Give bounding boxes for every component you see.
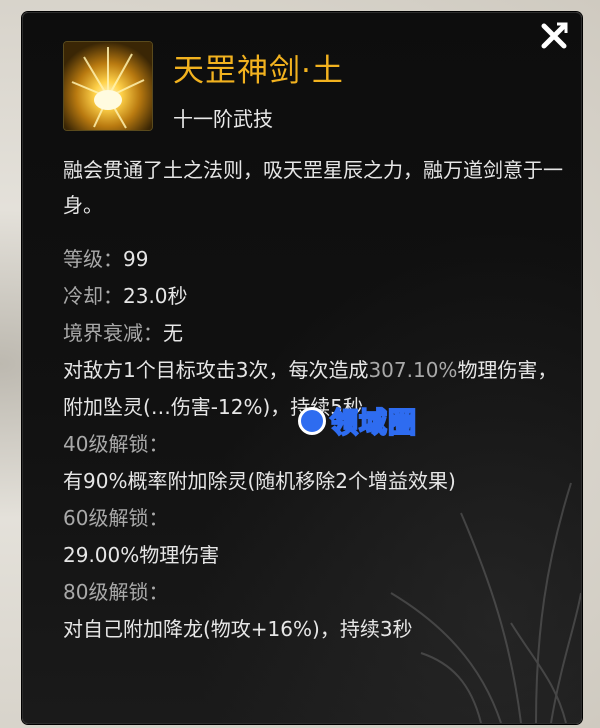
unlock-80-text: 对自己附加降龙(物攻+16%)，持续3秒 <box>63 617 413 641</box>
decay-label: 境界衰减： <box>63 321 163 345</box>
cooldown-value: 23.0秒 <box>123 284 188 308</box>
unlock-40-label: 40级解锁： <box>63 432 169 456</box>
cooldown-row: 冷却：23.0秒 <box>63 278 563 315</box>
skill-details: 融会贯通了土之法则，吸天罡星辰之力，融万道剑意于一身。 等级：99 冷却：23.… <box>63 153 563 648</box>
effect-prefix: 对敌方1个目标攻击3次，每次造成 <box>63 358 369 382</box>
close-button[interactable] <box>537 19 571 53</box>
level-value: 99 <box>123 247 149 271</box>
golden-sword-burst-icon <box>64 42 152 130</box>
effect-hidden-middle: … <box>150 395 171 419</box>
effect-percent: 307.10% <box>368 358 458 382</box>
skill-icon <box>63 41 153 131</box>
unlock-40-text: 有90%概率附加除灵(随机移除2个增益效果) <box>63 469 456 493</box>
decay-row: 境界衰减：无 <box>63 315 563 352</box>
level-label: 等级： <box>63 247 123 271</box>
close-x-icon <box>541 22 568 49</box>
decay-value: 无 <box>163 321 183 345</box>
skill-title: 天罡神剑·土 <box>173 53 344 89</box>
cooldown-label: 冷却： <box>63 284 123 308</box>
unlock-80-label: 80级解锁： <box>63 580 169 604</box>
unlock-60-text: 29.00%物理伤害 <box>63 543 220 567</box>
skill-tooltip-panel: 天罡神剑·土 十一阶武技 融会贯通了土之法则，吸天罡星辰之力，融万道剑意于一身。… <box>22 12 582 724</box>
skill-rank: 十一阶武技 <box>173 107 273 131</box>
unlock-60-label: 60级解锁： <box>63 506 169 530</box>
effect-text: 对敌方1个目标攻击3次，每次造成307.10%物理伤害，附加坠灵(…伤害-12%… <box>63 352 563 426</box>
effect-tail: 伤害-12%)，持续5秒 <box>170 395 364 419</box>
skill-description: 融会贯通了土之法则，吸天罡星辰之力，融万道剑意于一身。 <box>63 158 563 217</box>
level-row: 等级：99 <box>63 241 563 278</box>
